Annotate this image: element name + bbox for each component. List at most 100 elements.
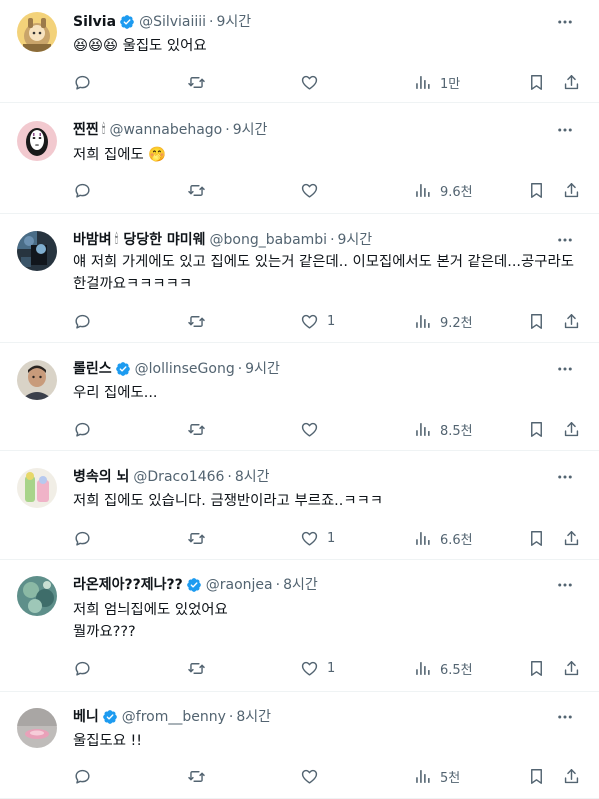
share-button[interactable] (562, 309, 581, 333)
user-handle[interactable]: @from__benny (122, 707, 226, 727)
avatar[interactable] (17, 468, 57, 508)
heart-icon (300, 529, 319, 548)
views-button[interactable]: 9.6천 (413, 178, 473, 202)
retweet-button[interactable] (187, 764, 214, 788)
user-handle[interactable]: @raonjea (206, 575, 273, 595)
reply-button[interactable] (73, 764, 100, 788)
display-name[interactable]: 베니 (73, 707, 99, 727)
retweet-button[interactable] (187, 178, 214, 202)
bookmark-button[interactable] (527, 178, 546, 202)
like-button[interactable] (300, 764, 327, 788)
timestamp[interactable]: 9시간 (233, 120, 268, 140)
share-upload-icon (562, 312, 581, 331)
more-horizontal-icon[interactable] (553, 230, 577, 250)
reply-tweet[interactable]: 베니 @from__benny · 8시간 울집도요 !! 5천 (0, 693, 599, 799)
reply-tweet[interactable]: 롤린스 @lollinseGong · 9시간 우리 집에도... 8.5천 (0, 344, 599, 451)
more-horizontal-icon[interactable] (553, 707, 577, 727)
share-button[interactable] (562, 70, 581, 94)
reply-tweet[interactable]: 찐찐 🕯 @wannabehago · 9시간 저희 집에도 🤭 9.6천 (0, 104, 599, 214)
reply-tweet[interactable]: 라온제아??제나?? @raonjea · 8시간 저희 엄늬집에도 있었어요 뭘까요??… (0, 561, 599, 692)
reply-button[interactable] (73, 656, 100, 680)
views-bar-chart-icon (413, 659, 432, 678)
share-upload-icon (562, 529, 581, 548)
avatar[interactable] (17, 708, 57, 748)
display-name[interactable]: 병속의 뇌 (73, 467, 129, 487)
avatar[interactable] (17, 12, 57, 52)
display-name[interactable]: 롤린스 (73, 359, 112, 379)
views-button[interactable]: 9.2천 (413, 309, 473, 333)
user-handle[interactable]: @lollinseGong (135, 359, 235, 379)
more-horizontal-icon[interactable] (553, 120, 577, 140)
views-button[interactable]: 1만 (413, 70, 460, 94)
avatar[interactable] (17, 360, 57, 400)
bookmark-button[interactable] (527, 764, 546, 788)
more-horizontal-icon[interactable] (553, 12, 577, 32)
timestamp[interactable]: 9시간 (245, 359, 280, 379)
user-handle[interactable]: @Silviaiiii (139, 12, 206, 32)
retweet-button[interactable] (187, 656, 214, 680)
share-button[interactable] (562, 656, 581, 680)
retweet-button[interactable] (187, 526, 214, 550)
views-button[interactable]: 6.5천 (413, 656, 473, 680)
timestamp[interactable]: 8시간 (236, 707, 271, 727)
more-horizontal-icon[interactable] (553, 575, 577, 595)
like-button[interactable]: 1 (300, 526, 335, 550)
share-button[interactable] (562, 526, 581, 550)
share-button[interactable] (562, 764, 581, 788)
reply-tweet[interactable]: Silvia @Silviaiiii · 9시간 😆😆😆 울집도 있어요 1만 (0, 0, 599, 103)
like-button[interactable]: 1 (300, 309, 335, 333)
tweet-header: 라온제아??제나?? @raonjea · 8시간 (73, 575, 543, 595)
timestamp[interactable]: 8시간 (235, 467, 270, 487)
reply-button[interactable] (73, 70, 100, 94)
retweet-icon (187, 312, 206, 331)
views-count: 6.5천 (440, 662, 473, 678)
tweet-text-line: 저희 집에도 있습니다. 금쟁반이라고 부르죠..ㅋㅋㅋ (73, 493, 384, 509)
bookmark-button[interactable] (527, 309, 546, 333)
tweet-header: Silvia @Silviaiiii · 9시간 (73, 12, 543, 32)
bookmark-button[interactable] (527, 70, 546, 94)
separator-dot: · (275, 577, 281, 593)
retweet-button[interactable] (187, 70, 214, 94)
separator-dot: · (228, 709, 234, 725)
user-handle[interactable]: @wannabehago (109, 120, 222, 140)
timestamp[interactable]: 9시간 (217, 12, 252, 32)
timestamp[interactable]: 8시간 (283, 575, 318, 595)
retweet-button[interactable] (187, 417, 214, 441)
views-bar-chart-icon (413, 73, 432, 92)
bookmark-button[interactable] (527, 526, 546, 550)
reply-button[interactable] (73, 178, 100, 202)
user-handle[interactable]: @Draco1466 (133, 467, 224, 487)
like-button[interactable]: 1 (300, 656, 335, 680)
display-name[interactable]: 라온제아??제나?? (73, 575, 183, 595)
display-name[interactable]: Silvia (73, 12, 116, 32)
display-name[interactable]: 찐찐 (73, 120, 99, 140)
like-button[interactable] (300, 178, 327, 202)
like-button[interactable] (300, 417, 327, 441)
like-count: 1 (327, 660, 336, 676)
views-button[interactable]: 6.6천 (413, 526, 473, 550)
views-button[interactable]: 8.5천 (413, 417, 473, 441)
more-horizontal-icon[interactable] (553, 359, 577, 379)
views-button[interactable]: 5천 (413, 764, 460, 788)
reply-tweet[interactable]: 병속의 뇌 @Draco1466 · 8시간 저희 집에도 있습니다. 금쟁반이라고 부… (0, 452, 599, 560)
reply-button[interactable] (73, 417, 100, 441)
avatar[interactable] (17, 576, 57, 616)
reply-tweet[interactable]: 바밤벼 🕯 당당한 먀미웨 @bong_babambi · 9시간 얘 저희 가게에도 있고… (0, 215, 599, 343)
reply-button[interactable] (73, 309, 100, 333)
like-count: 1 (327, 313, 336, 329)
reply-button[interactable] (73, 526, 100, 550)
bookmark-button[interactable] (527, 656, 546, 680)
avatar[interactable] (17, 231, 57, 271)
share-button[interactable] (562, 178, 581, 202)
display-name[interactable]: 바밤벼 (73, 230, 112, 250)
timestamp[interactable]: 9시간 (338, 230, 373, 250)
avatar[interactable] (17, 121, 57, 161)
bookmark-button[interactable] (527, 417, 546, 441)
user-handle[interactable]: @bong_babambi (210, 230, 328, 250)
display-name-suffix[interactable]: 당당한 먀미웨 (123, 230, 205, 250)
like-button[interactable] (300, 70, 327, 94)
retweet-button[interactable] (187, 309, 214, 333)
share-button[interactable] (562, 417, 581, 441)
more-horizontal-icon[interactable] (553, 467, 577, 487)
views-count: 1만 (440, 76, 461, 92)
